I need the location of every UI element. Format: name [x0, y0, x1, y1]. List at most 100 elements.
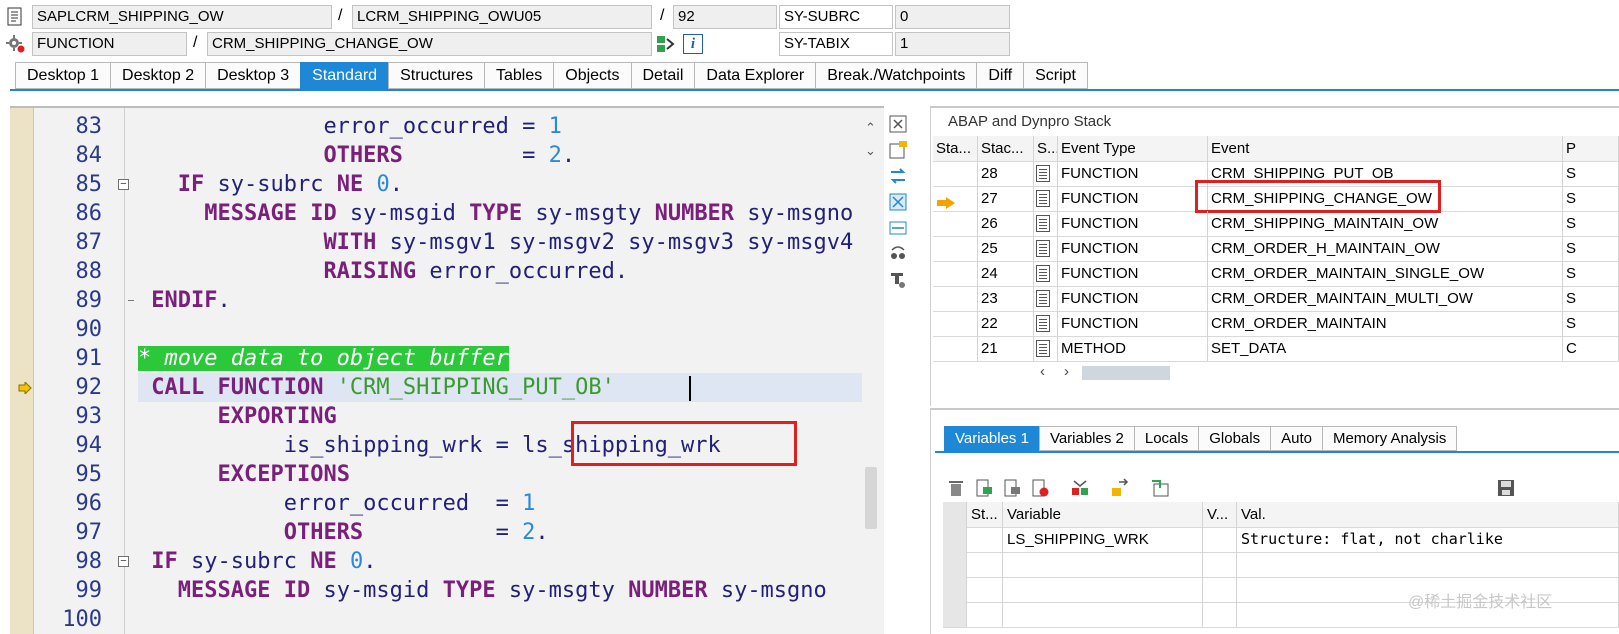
- code-line[interactable]: 85 IF sy-subrc NE 0. −: [10, 170, 884, 199]
- insert-row-icon[interactable]: [974, 478, 994, 498]
- code-line[interactable]: 89 ENDIF.: [10, 286, 884, 315]
- delete-icon[interactable]: [946, 478, 966, 498]
- code-line[interactable]: 86 MESSAGE ID sy-msgid TYPE sy-msgty NUM…: [10, 199, 884, 228]
- stack-level: 28: [978, 161, 1034, 186]
- program-cell: S: [1563, 261, 1619, 286]
- column-header: Val.: [1237, 502, 1619, 527]
- scroll-right-icon[interactable]: ›: [1064, 363, 1069, 380]
- code-text: EXCEPTIONS: [138, 460, 349, 489]
- settings-tool-icon[interactable]: [888, 270, 908, 290]
- empty-cell[interactable]: [1003, 602, 1203, 627]
- empty-cell: [933, 236, 978, 261]
- append-row-icon[interactable]: [1002, 478, 1022, 498]
- sysvar-value-1[interactable]: 0: [895, 5, 1010, 29]
- empty-cell[interactable]: [1003, 552, 1203, 577]
- stack-row[interactable]: 22 FUNCTION CRM_ORDER_MAINTAIN S: [933, 311, 1619, 337]
- stack-row[interactable]: 26 FUNCTION CRM_SHIPPING_MAINTAIN_OW S: [933, 211, 1619, 237]
- services-icon[interactable]: [888, 244, 908, 264]
- maximize-icon[interactable]: [888, 192, 908, 212]
- var-tab-memory-analysis[interactable]: Memory Analysis: [1321, 426, 1458, 451]
- scroll-left-icon[interactable]: ‹: [1040, 363, 1045, 380]
- variable-row[interactable]: [943, 552, 1619, 578]
- include-field[interactable]: LCRM_SHIPPING_OWU05: [352, 5, 652, 29]
- stack-row[interactable]: 27 FUNCTION CRM_SHIPPING_CHANGE_OW S: [933, 180, 1619, 213]
- code-line[interactable]: 83 error_occurred = 1: [10, 112, 884, 141]
- tab-desktop-3[interactable]: Desktop 3: [205, 62, 301, 89]
- code-text: MESSAGE ID sy-msgid TYPE sy-msgty NUMBER…: [138, 199, 853, 228]
- stack-row[interactable]: 25 FUNCTION CRM_ORDER_H_MAINTAIN_OW S: [933, 236, 1619, 262]
- info-icon[interactable]: i: [683, 34, 703, 54]
- function-module-icon: [1036, 240, 1050, 257]
- empty-cell: [933, 211, 978, 236]
- save-icon[interactable]: [1496, 478, 1516, 498]
- empty-cell: [933, 336, 978, 361]
- new-tool-icon[interactable]: [888, 140, 908, 160]
- code-line[interactable]: 91 * move data to object buffer: [10, 344, 884, 373]
- code-line[interactable]: 92 CALL FUNCTION 'CRM_SHIPPING_PUT_OB': [10, 373, 884, 402]
- stack-row[interactable]: 24 FUNCTION CRM_ORDER_MAINTAIN_SINGLE_OW S: [933, 261, 1619, 287]
- remove-row-icon[interactable]: [1030, 478, 1050, 498]
- empty-cell[interactable]: [1003, 577, 1203, 602]
- tab-diff[interactable]: Diff: [976, 62, 1024, 89]
- code-line[interactable]: 99 MESSAGE ID sy-msgid TYPE sy-msgty NUM…: [10, 576, 884, 605]
- var-tab-variables-1[interactable]: Variables 1: [944, 426, 1039, 451]
- stack-row[interactable]: 21 METHOD SET_DATA C: [933, 336, 1619, 362]
- tab-structures[interactable]: Structures: [388, 62, 484, 89]
- hscroll-thumb[interactable]: [1082, 366, 1170, 380]
- export-icon[interactable]: [1150, 478, 1170, 498]
- sysvar-name-2[interactable]: SY-TABIX: [779, 32, 893, 56]
- fold-toggle-icon[interactable]: −: [118, 179, 129, 190]
- code-token: 2: [548, 143, 562, 168]
- tab-standard[interactable]: Standard: [300, 62, 389, 89]
- tab-data-explorer[interactable]: Data Explorer: [694, 62, 816, 89]
- editor-scrollbar[interactable]: ⌃ ⌄: [862, 115, 880, 634]
- sysvar-value-2[interactable]: 1: [895, 32, 1010, 56]
- variable-tabs: Variables 1 Variables 2 Locals Globals Auto M…: [944, 426, 1458, 451]
- variable-name[interactable]: LS_SHIPPING_WRK: [1003, 527, 1203, 552]
- import-icon[interactable]: [1110, 478, 1130, 498]
- swap-tool-icon[interactable]: [888, 166, 908, 186]
- var-tab-auto[interactable]: Auto: [1270, 426, 1322, 451]
- variable-value[interactable]: Structure: flat, not charlike: [1237, 527, 1619, 552]
- tab-desktop-2[interactable]: Desktop 2: [110, 62, 206, 89]
- function-module-icon: [1036, 165, 1050, 182]
- tab-detail[interactable]: Detail: [630, 62, 695, 89]
- code-line[interactable]: 84 OTHERS = 2.: [10, 141, 884, 170]
- function-module-icon: [1036, 215, 1050, 232]
- resize-icon[interactable]: [888, 218, 908, 238]
- transfer-icon[interactable]: [1070, 478, 1090, 498]
- variable-row[interactable]: LS_SHIPPING_WRK Structure: flat, not char…: [943, 527, 1619, 553]
- code-line[interactable]: 97 OTHERS = 2.: [10, 518, 884, 547]
- code-line[interactable]: 98 IF sy-subrc NE 0. −: [10, 547, 884, 576]
- tab-tables[interactable]: Tables: [484, 62, 554, 89]
- event-name-field[interactable]: CRM_SHIPPING_CHANGE_OW: [207, 32, 652, 56]
- line-field[interactable]: 92: [673, 5, 777, 29]
- code-line[interactable]: 87 WITH sy-msgv1 sy-msgv2 sy-msgv3 sy-ms…: [10, 228, 884, 257]
- scroll-down-icon[interactable]: ⌄: [865, 143, 876, 159]
- code-line[interactable]: 90: [10, 315, 884, 344]
- empty-cell[interactable]: [1237, 552, 1619, 577]
- var-tab-locals[interactable]: Locals: [1133, 426, 1199, 451]
- tab-objects[interactable]: Objects: [553, 62, 631, 89]
- code-line[interactable]: 88 RAISING error_occurred.: [10, 257, 884, 286]
- event-type-field[interactable]: FUNCTION: [32, 32, 187, 56]
- program-field[interactable]: SAPLCRM_SHIPPING_OW: [32, 5, 332, 29]
- code-editor[interactable]: 83 error_occurred = 1 84 OTHERS = 2. 85 IF…: [10, 108, 884, 634]
- close-panel-icon[interactable]: [888, 114, 908, 134]
- stack-row[interactable]: 23 FUNCTION CRM_ORDER_MAINTAIN_MULTI_OW S: [933, 286, 1619, 312]
- tab-desktop-1[interactable]: Desktop 1: [15, 62, 111, 89]
- tab-break-watchpoints[interactable]: Break./Watchpoints: [815, 62, 977, 89]
- var-tab-variables-2[interactable]: Variables 2: [1038, 426, 1134, 451]
- scroll-thumb[interactable]: [865, 467, 877, 529]
- sysvar-name-1[interactable]: SY-SUBRC: [779, 5, 893, 29]
- var-tab-globals[interactable]: Globals: [1198, 426, 1271, 451]
- code-line[interactable]: 96 error_occurred = 1: [10, 489, 884, 518]
- navigate-icon[interactable]: [656, 34, 676, 54]
- code-line[interactable]: 100: [10, 605, 884, 634]
- code-text: OTHERS = 2.: [138, 141, 575, 170]
- event-type: FUNCTION: [1058, 161, 1208, 186]
- stack-hscroll[interactable]: ‹ ›: [1036, 363, 1176, 382]
- scroll-up-icon[interactable]: ⌃: [865, 120, 876, 136]
- fold-toggle-icon[interactable]: −: [118, 556, 129, 567]
- tab-script[interactable]: Script: [1023, 62, 1088, 89]
